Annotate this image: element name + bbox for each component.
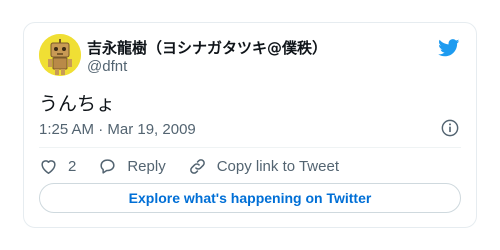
- link-icon: [189, 158, 205, 174]
- twitter-bird-icon[interactable]: [438, 39, 460, 57]
- avatar[interactable]: [39, 34, 81, 76]
- reply-icon: [100, 158, 115, 174]
- robot-avatar-icon: [39, 34, 81, 76]
- author-handle[interactable]: @dfnt: [87, 58, 127, 75]
- reply-label: Reply: [127, 157, 166, 175]
- tweet-text: うんちょ: [39, 93, 116, 115]
- reply-button[interactable]: Reply: [98, 157, 166, 176]
- copy-link-label: Copy link to Tweet: [216, 157, 339, 175]
- explore-twitter-button[interactable]: Explore what's happening on Twitter: [39, 183, 461, 213]
- like-count: 2: [68, 157, 77, 175]
- copy-link-button[interactable]: Copy link to Tweet: [188, 157, 339, 176]
- tweet-card: 吉永龍樹（ヨシナガタツキ@僕秩） @dfnt うんちょ 1:25 AM · Ma…: [23, 22, 477, 228]
- author-display-name[interactable]: 吉永龍樹（ヨシナガタツキ@僕秩）: [87, 37, 327, 58]
- info-icon[interactable]: [441, 119, 459, 137]
- like-button[interactable]: 2: [39, 157, 76, 176]
- tweet-actions: 2 Reply Copy link to Tweet: [39, 156, 339, 176]
- heart-icon: [41, 159, 56, 174]
- divider: [39, 147, 461, 148]
- tweet-timestamp[interactable]: 1:25 AM · Mar 19, 2009: [39, 121, 196, 138]
